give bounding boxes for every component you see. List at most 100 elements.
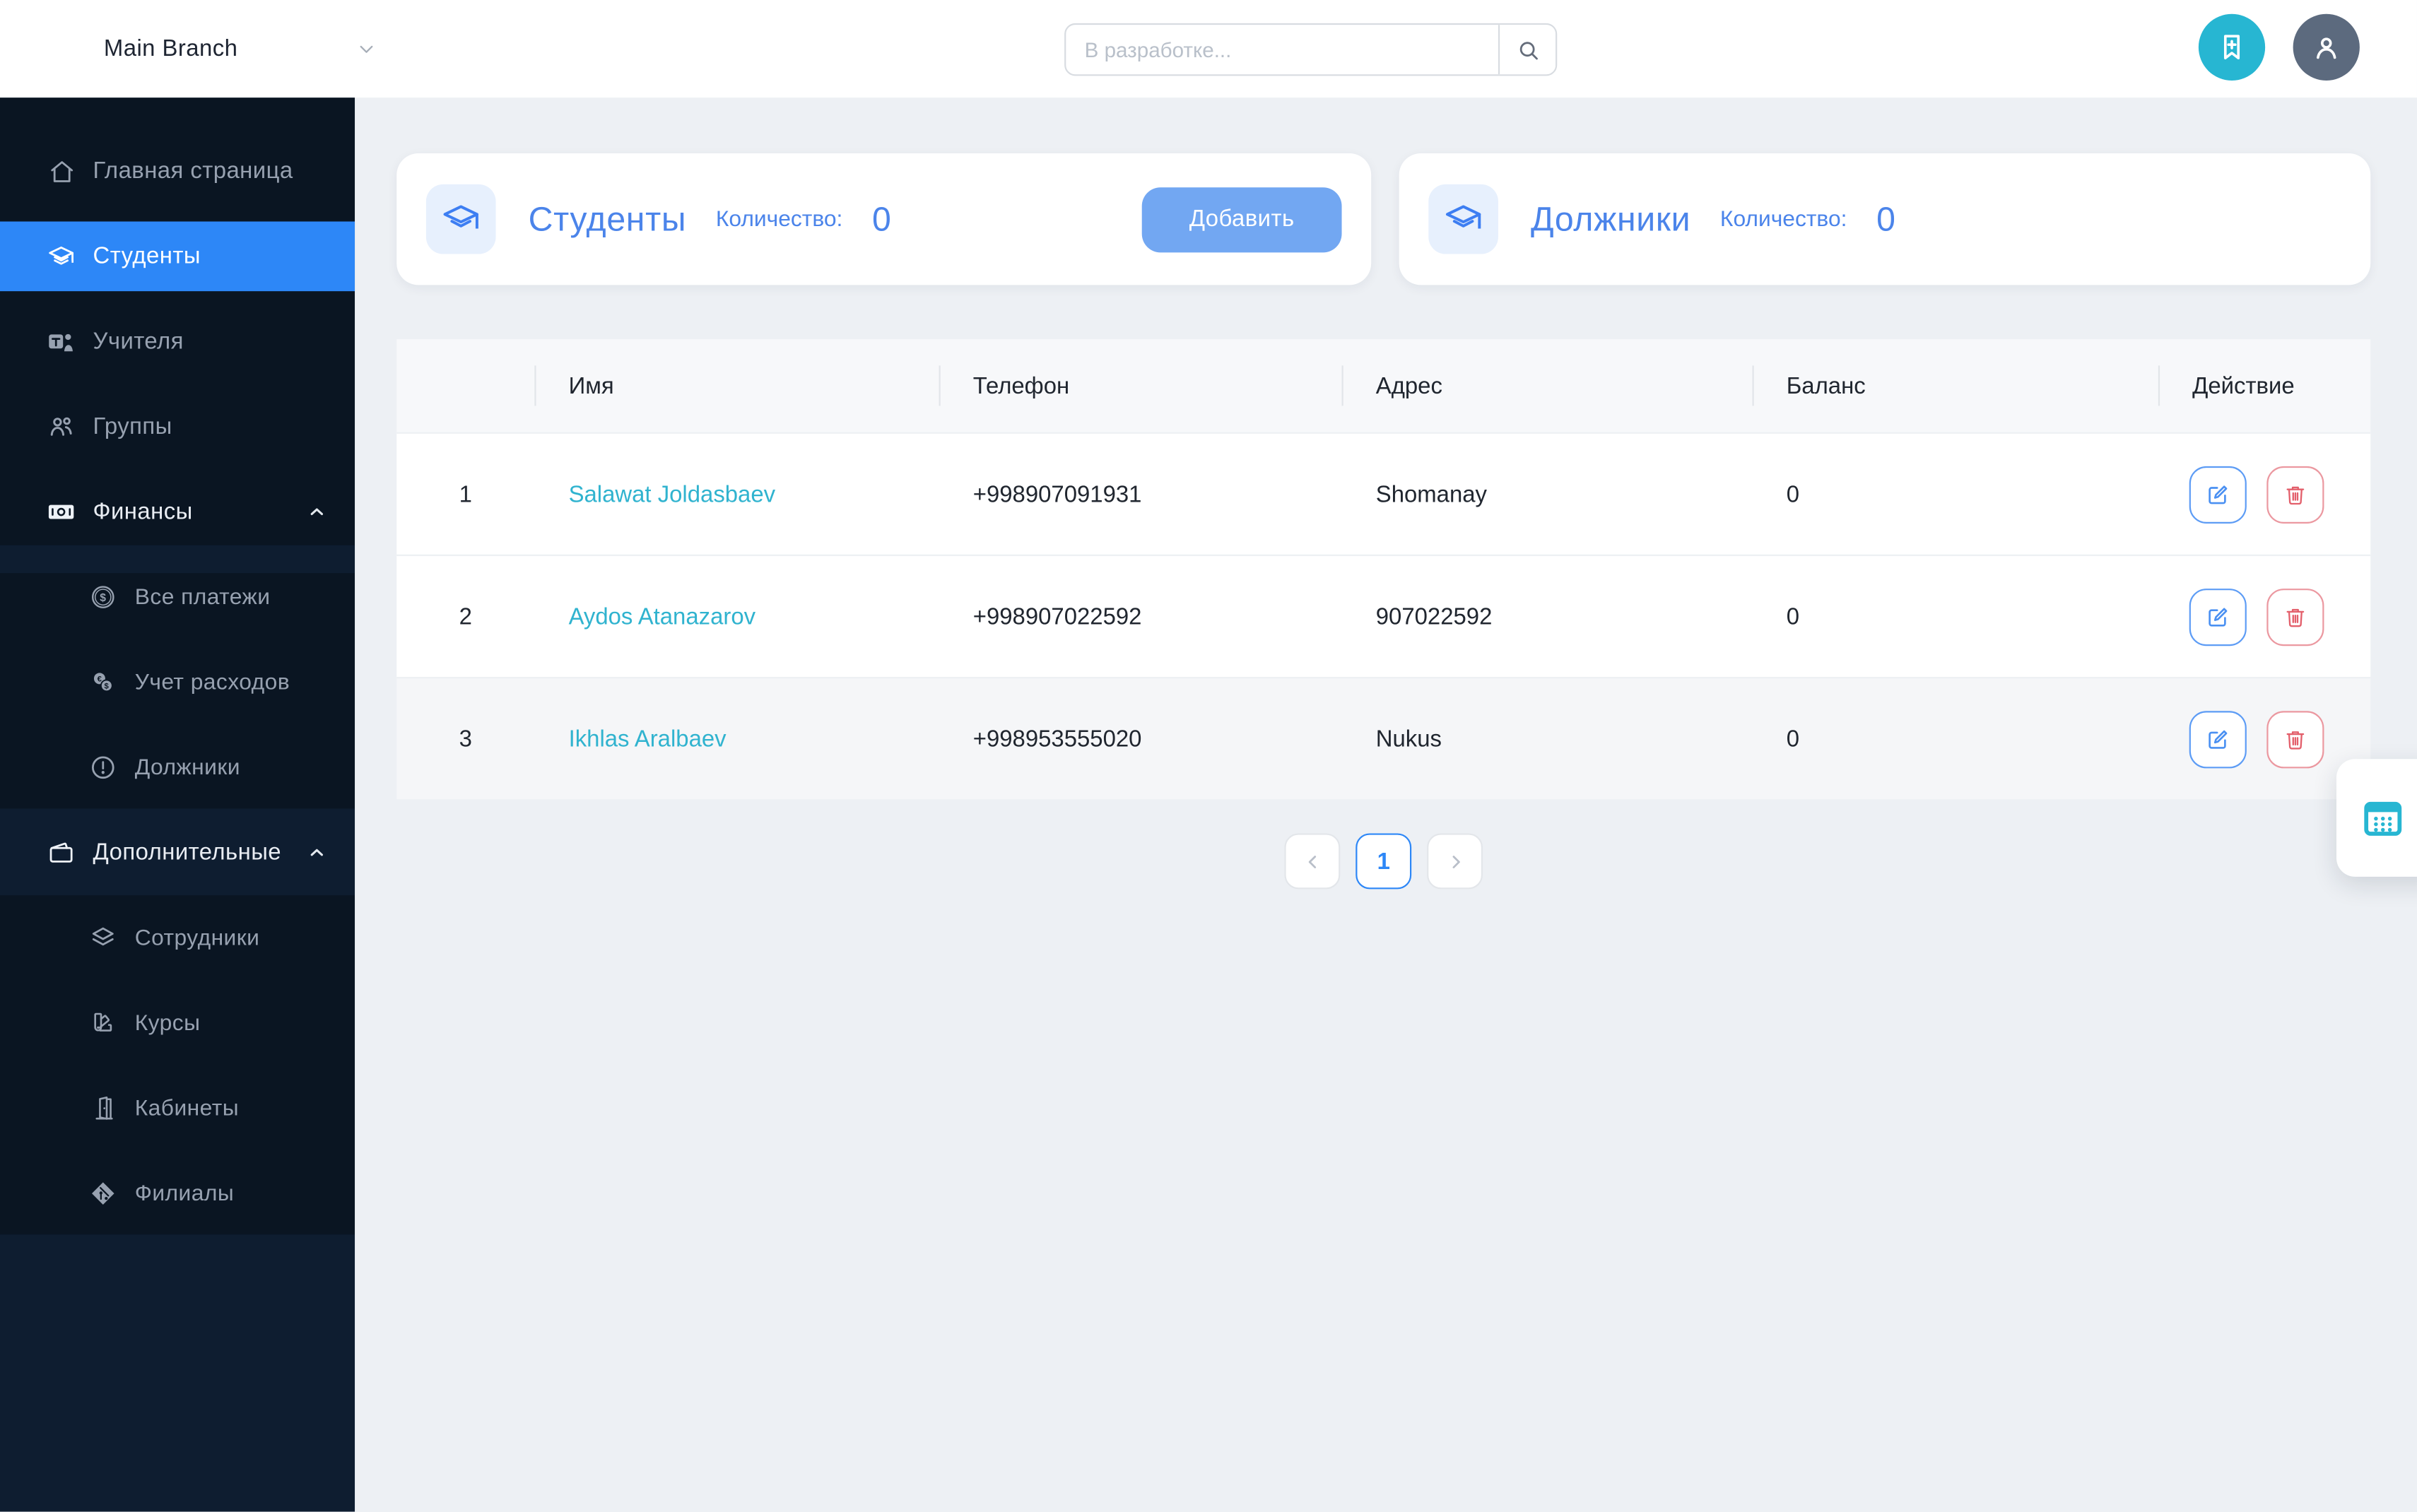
sidebar-item-label: Должники xyxy=(134,755,240,780)
chevron-right-icon xyxy=(1443,849,1466,873)
calendar-widget-button[interactable] xyxy=(2336,759,2417,877)
bookmark-plus-icon xyxy=(2216,31,2248,64)
student-name-link[interactable]: Aydos Atanazarov xyxy=(534,603,939,630)
chevron-up-icon xyxy=(307,502,327,521)
sidebar-item-label: Все платежи xyxy=(134,584,271,610)
chevron-up-icon xyxy=(307,843,327,863)
home-icon xyxy=(47,156,76,186)
dollar-coin-icon: $ xyxy=(88,582,118,612)
add-student-button[interactable]: Добавить xyxy=(1141,187,1342,252)
layers-icon xyxy=(88,923,118,953)
table-row: 2 Aydos Atanazarov +998907022592 9070225… xyxy=(396,554,2371,678)
sidebar-item-label: Сотрудники xyxy=(134,925,260,950)
pagination-next-button[interactable] xyxy=(1427,833,1483,890)
topbar: Main Branch xyxy=(0,0,2417,98)
branch-selector-label: Main Branch xyxy=(103,35,238,62)
table-row: 3 Ikhlas Aralbaev +998953555020 Nukus 0 xyxy=(396,677,2371,800)
sidebar-item-label: Учет расходов xyxy=(134,670,290,695)
students-count-label: Количество: xyxy=(715,206,843,232)
debtors-count-value: 0 xyxy=(1876,199,1896,238)
trash-icon xyxy=(2282,481,2308,507)
row-actions xyxy=(2158,710,2370,768)
edit-icon xyxy=(2205,726,2231,752)
delete-button[interactable] xyxy=(2266,710,2324,768)
table-header-row: Имя Телефон Адрес Баланс Действие xyxy=(396,339,2371,432)
table-header-address: Адрес xyxy=(1342,339,1753,432)
sidebar-item-students[interactable]: Студенты xyxy=(0,221,355,292)
student-phone: +998953555020 xyxy=(972,726,1142,752)
table-header-index xyxy=(396,339,534,432)
student-address: Shomanay xyxy=(1375,480,1487,507)
edit-icon xyxy=(2205,603,2231,630)
sidebar-nav: Главная страница Студенты Учителя Группы xyxy=(0,98,355,1236)
chevron-down-icon xyxy=(353,35,380,61)
svg-text:$: $ xyxy=(100,592,106,604)
sidebar-item-classrooms[interactable]: Кабинеты xyxy=(0,1065,355,1151)
teams-icon xyxy=(47,327,76,357)
sidebar-section-additional[interactable]: Дополнительные xyxy=(0,810,355,896)
sidebar-item-courses[interactable]: Курсы xyxy=(0,981,355,1066)
student-name-link[interactable]: Salawat Joldasbaev xyxy=(534,481,939,507)
sidebar-item-teachers[interactable]: Учителя xyxy=(0,299,355,384)
student-balance: 0 xyxy=(1786,726,1800,752)
student-balance: 0 xyxy=(1786,603,1800,630)
sidebar-item-label: Кабинеты xyxy=(134,1096,239,1121)
debtors-card-title: Должники xyxy=(1530,199,1691,238)
sidebar-item-label: Главная страница xyxy=(93,158,293,184)
exclamation-circle-icon xyxy=(88,752,118,782)
sidebar-item-debtors[interactable]: Должники xyxy=(0,725,355,810)
edit-button[interactable] xyxy=(2189,465,2247,523)
graduation-cap-icon xyxy=(1428,184,1498,254)
wallet-icon xyxy=(47,838,76,868)
student-address: Nukus xyxy=(1375,726,1442,752)
students-table: Имя Телефон Адрес Баланс Действие 1 Sala… xyxy=(396,339,2371,800)
row-index: 1 xyxy=(459,480,472,507)
sidebar-section-label: Финансы xyxy=(93,498,193,526)
sidebar-section-finance[interactable]: Финансы xyxy=(0,469,355,555)
debtors-count-label: Количество: xyxy=(1719,206,1847,232)
sidebar-item-home[interactable]: Главная страница xyxy=(0,129,355,214)
sidebar-item-groups[interactable]: Группы xyxy=(0,384,355,470)
table-header-action: Действие xyxy=(2158,339,2370,432)
stat-cards: Студенты Количество: 0 Добавить Должники… xyxy=(396,153,2371,285)
student-balance: 0 xyxy=(1786,480,1800,507)
pagination: 1 xyxy=(396,833,2370,890)
graduation-cap-icon xyxy=(47,242,76,271)
search-button[interactable] xyxy=(1498,25,1556,75)
edit-button[interactable] xyxy=(2189,710,2247,768)
row-index: 2 xyxy=(459,603,472,630)
sidebar-item-all-payments[interactable]: $ Все платежи xyxy=(0,555,355,640)
sidebar-item-label: Студенты xyxy=(93,243,201,270)
row-actions xyxy=(2158,465,2370,523)
student-name-link[interactable]: Ikhlas Aralbaev xyxy=(534,726,939,752)
search-input[interactable] xyxy=(1066,25,1498,75)
profile-button[interactable] xyxy=(2293,13,2360,81)
search-icon xyxy=(1515,37,1541,63)
graduation-cap-icon xyxy=(425,184,496,254)
sidebar-item-branches[interactable]: Филиалы xyxy=(0,1151,355,1236)
sidebar-section-label: Дополнительные xyxy=(93,839,282,866)
branch-selector[interactable]: Main Branch xyxy=(104,0,380,98)
delete-button[interactable] xyxy=(2266,587,2324,646)
table-row: 1 Salawat Joldasbaev +998907091931 Shoma… xyxy=(396,432,2371,555)
edit-icon xyxy=(2205,481,2231,507)
pagination-prev-button[interactable] xyxy=(1284,833,1341,890)
user-icon xyxy=(2310,31,2343,64)
pagination-page-1[interactable]: 1 xyxy=(1355,833,1412,890)
edit-button[interactable] xyxy=(2189,587,2247,646)
sidebar-item-label: Группы xyxy=(93,413,172,440)
sidebar-item-label: Учителя xyxy=(93,328,184,355)
calendar-icon xyxy=(2360,795,2406,841)
bookmark-add-button[interactable] xyxy=(2198,13,2266,81)
sidebar-item-label: Филиалы xyxy=(134,1181,235,1206)
sidebar-item-expenses[interactable]: € $ Учет расходов xyxy=(0,639,355,725)
main-content: Студенты Количество: 0 Добавить Должники… xyxy=(355,98,2417,1512)
people-icon xyxy=(47,412,76,442)
delete-button[interactable] xyxy=(2266,465,2324,523)
sidebar: Главная страница Студенты Учителя Группы xyxy=(0,98,355,1512)
app-window: Main Branch В разработке... Главная стра… xyxy=(0,0,2417,1512)
svg-text:$: $ xyxy=(105,683,110,691)
students-card: Студенты Количество: 0 Добавить xyxy=(396,153,1372,285)
trash-icon xyxy=(2282,603,2308,630)
sidebar-item-employees[interactable]: Сотрудники xyxy=(0,895,355,981)
